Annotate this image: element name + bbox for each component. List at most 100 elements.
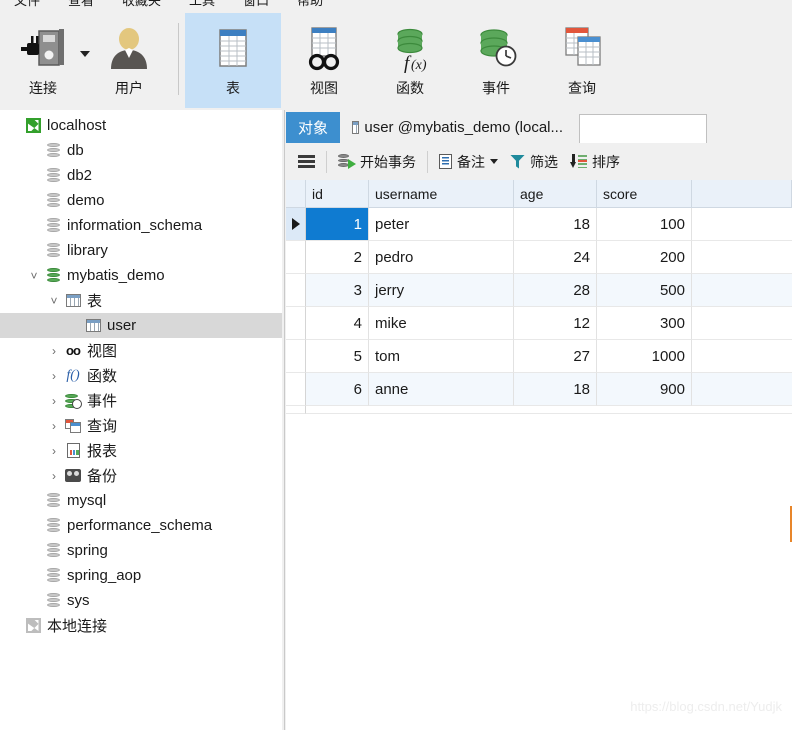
cell-filler [306,406,792,414]
tree-item-user[interactable]: user [0,313,282,338]
cell-age[interactable]: 18 [514,208,597,241]
chevron-right-icon[interactable]: › [46,369,62,383]
ribbon-button-view[interactable]: 视图 [281,13,367,108]
chevron-right-icon[interactable]: › [46,444,62,458]
menu-item-0[interactable]: 文件 [0,0,54,11]
menu-item-1[interactable]: 查看 [54,0,108,11]
tree-item-mybatis_demo[interactable]: ˅ mybatis_demo [0,263,282,288]
chevron-right-icon[interactable]: › [46,344,62,358]
tree-item-db[interactable]: db [0,138,282,163]
tree-item-sys[interactable]: sys [0,588,282,613]
cell-score[interactable]: 200 [597,241,692,274]
ribbon-button-table[interactable]: 表 [185,13,281,108]
tree-item-备份[interactable]: › 备份 [0,463,282,488]
column-header-score[interactable]: score [597,180,692,208]
chevron-right-icon[interactable]: › [46,419,62,433]
object-tree-sidebar[interactable]: localhost db db2 demo information_schema libr… [0,110,282,730]
ribbon-button-connection[interactable]: 连接 [0,13,90,108]
main-panel: 对象 user @mybatis_demo (local... 开始事务 备注 … [286,110,792,730]
ribbon-button-user[interactable]: 用户 [86,13,172,108]
ribbon-button-event[interactable]: 事件 [453,13,539,108]
column-header-id[interactable]: id [306,180,369,208]
row-selector[interactable] [286,274,306,307]
cell-username[interactable]: peter [369,208,514,241]
cell-id[interactable]: 5 [306,340,369,373]
cell-score[interactable]: 300 [597,307,692,340]
tree-item-spring[interactable]: spring [0,538,282,563]
cell-age[interactable]: 12 [514,307,597,340]
cell-id[interactable]: 2 [306,241,369,274]
table-row[interactable]: 2 pedro 24 200 [286,241,792,274]
cell-score[interactable]: 1000 [597,340,692,373]
ribbon-button-function[interactable]: f (x) 函数 [367,13,453,108]
begin-transaction-button[interactable]: 开始事务 [332,148,422,176]
tree-item-library[interactable]: library [0,238,282,263]
row-selector[interactable] [286,208,306,241]
function-icon: f() [66,367,80,383]
menu-item-5[interactable]: 帮助 [283,0,337,11]
menu-item-4[interactable]: 窗口 [229,0,283,11]
tree-item-mysql[interactable]: mysql [0,488,282,513]
row-selector[interactable] [286,340,306,373]
column-header-age[interactable]: age [514,180,597,208]
cell-score[interactable]: 900 [597,373,692,406]
cell-id[interactable]: 6 [306,373,369,406]
note-button[interactable]: 备注 [433,148,504,176]
cell-username[interactable]: pedro [369,241,514,274]
data-grid[interactable]: id username age score 1 peter 18 100 2 pedro 24 200… [286,180,792,414]
cell-username[interactable]: jerry [369,274,514,307]
panel-divider[interactable] [282,110,285,730]
cell-score[interactable]: 100 [597,208,692,241]
cell-username[interactable]: tom [369,340,514,373]
cell-filler [692,307,792,340]
tree-item-localhost[interactable]: localhost [0,113,282,138]
filter-button[interactable]: 筛选 [504,148,564,176]
cell-filler [692,274,792,307]
tab-objects[interactable]: 对象 [286,112,341,143]
tree-item-本地连接[interactable]: 本地连接 [0,613,282,638]
chevron-right-icon[interactable]: › [46,469,62,483]
tree-item-performance_schema[interactable]: performance_schema [0,513,282,538]
cell-age[interactable]: 28 [514,274,597,307]
tree-item-db2[interactable]: db2 [0,163,282,188]
cell-username[interactable]: mike [369,307,514,340]
column-header-username[interactable]: username [369,180,514,208]
cell-username[interactable]: anne [369,373,514,406]
sort-button[interactable]: 排序 [564,148,626,176]
table-row[interactable]: 6 anne 18 900 [286,373,792,406]
table-row[interactable]: 3 jerry 28 500 [286,274,792,307]
tree-item-事件[interactable]: › 事件 [0,388,282,413]
hamburger-menu-button[interactable] [292,148,321,176]
row-selector[interactable] [286,373,306,406]
tab-new-placeholder[interactable] [579,114,708,143]
row-selector[interactable] [286,241,306,274]
table-row[interactable]: 5 tom 27 1000 [286,340,792,373]
tree-item-报表[interactable]: › 报表 [0,438,282,463]
row-selector[interactable] [286,406,306,414]
tree-item-查询[interactable]: › 查询 [0,413,282,438]
tree-item-视图[interactable]: › oo 视图 [0,338,282,363]
table-row[interactable]: 1 peter 18 100 [286,208,792,241]
cell-id[interactable]: 1 [306,208,369,241]
chevron-down-icon[interactable]: ˅ [26,269,42,283]
chevron-down-icon[interactable] [490,159,498,164]
ribbon-button-query[interactable]: 查询 [539,13,625,108]
cell-age[interactable]: 24 [514,241,597,274]
tree-item-information_schema[interactable]: information_schema [0,213,282,238]
chevron-right-icon[interactable]: › [46,394,62,408]
tree-item-spring_aop[interactable]: spring_aop [0,563,282,588]
cell-age[interactable]: 27 [514,340,597,373]
tree-item-表[interactable]: ˅ 表 [0,288,282,313]
table-row[interactable]: 4 mike 12 300 [286,307,792,340]
cell-id[interactable]: 4 [306,307,369,340]
tree-item-demo[interactable]: demo [0,188,282,213]
row-selector[interactable] [286,307,306,340]
cell-age[interactable]: 18 [514,373,597,406]
menu-item-3[interactable]: 工具 [175,0,229,11]
cell-id[interactable]: 3 [306,274,369,307]
chevron-down-icon[interactable]: ˅ [46,294,62,308]
menu-item-2[interactable]: 收藏夹 [108,0,175,11]
tab-user-table[interactable]: user @mybatis_demo (local... [340,112,576,143]
cell-score[interactable]: 500 [597,274,692,307]
tree-item-函数[interactable]: › f() 函数 [0,363,282,388]
